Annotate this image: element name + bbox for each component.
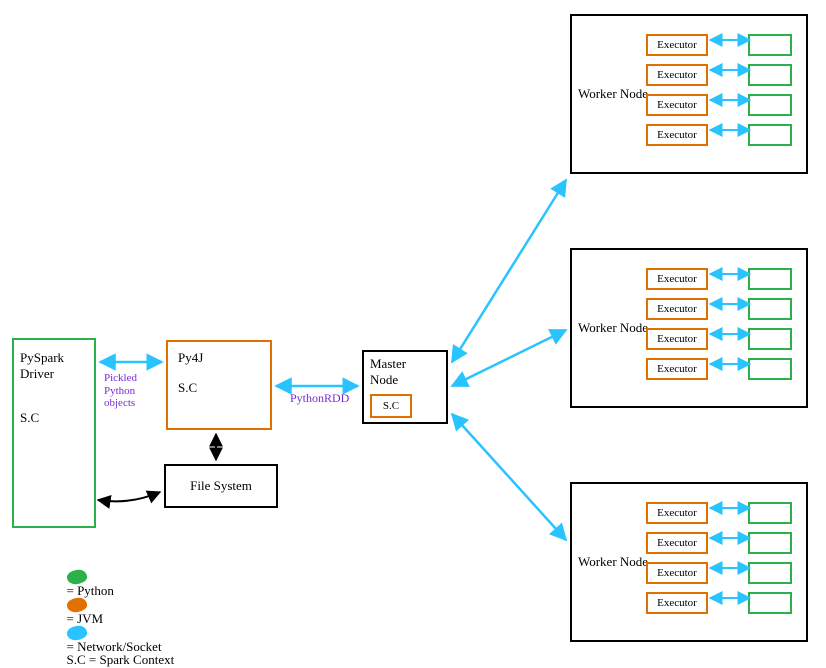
executor-box: Executor: [646, 502, 708, 524]
driver-title-1: PySpark: [20, 350, 88, 366]
legend-sc: S.C = Spark Context: [60, 638, 174, 668]
master-sc-box: S.C: [370, 394, 412, 418]
master-subtitle: Node: [370, 372, 440, 388]
executor-box: Executor: [646, 532, 708, 554]
master-title: Master: [370, 356, 440, 372]
driver-sc: S.C: [20, 410, 88, 426]
executor-box: Executor: [646, 64, 708, 86]
python-proc-box: [748, 562, 792, 584]
python-proc-box: [748, 268, 792, 290]
arrow-master-worker-3: [452, 414, 566, 540]
executor-box: Executor: [646, 592, 708, 614]
python-proc-box: [748, 532, 792, 554]
worker-node-box: Worker Node Executor Executor Executor E…: [570, 482, 808, 642]
arrow-driver-fs: [98, 492, 160, 501]
pickled-label: Pickled Python objects: [104, 372, 137, 410]
file-system-label: File System: [190, 478, 252, 493]
python-proc-box: [748, 64, 792, 86]
worker-node-label: Worker Node: [578, 321, 648, 335]
worker-node-box: Worker Node Executor Executor Executor E…: [570, 14, 808, 174]
master-node-box: Master Node S.C: [362, 350, 448, 424]
python-proc-box: [748, 502, 792, 524]
python-proc-box: [748, 328, 792, 350]
python-proc-box: [748, 358, 792, 380]
executor-box: Executor: [646, 34, 708, 56]
executor-box: Executor: [646, 358, 708, 380]
arrow-master-worker-2: [452, 330, 566, 386]
master-sc: S.C: [383, 400, 399, 412]
executor-box: Executor: [646, 328, 708, 350]
py4j-sc: S.C: [178, 380, 260, 396]
executor-box: Executor: [646, 562, 708, 584]
python-proc-box: [748, 298, 792, 320]
python-proc-box: [748, 94, 792, 116]
executor-box: Executor: [646, 298, 708, 320]
python-proc-box: [748, 592, 792, 614]
executor-box: Executor: [646, 124, 708, 146]
python-proc-box: [748, 124, 792, 146]
pyspark-driver-box: PySpark Driver S.C: [12, 338, 96, 528]
worker-node-box: Worker Node Executor Executor Executor E…: [570, 248, 808, 408]
py4j-box: Py4J S.C: [166, 340, 272, 430]
python-proc-box: [748, 34, 792, 56]
py4j-title: Py4J: [178, 350, 260, 366]
executor-box: Executor: [646, 94, 708, 116]
worker-node-label: Worker Node: [578, 87, 648, 101]
executor-box: Executor: [646, 268, 708, 290]
driver-title-2: Driver: [20, 366, 88, 382]
arrow-master-worker-1: [452, 180, 566, 362]
pythonrdd-label: PythonRDD: [290, 392, 349, 406]
file-system-box: File System: [164, 464, 278, 508]
worker-node-label: Worker Node: [578, 555, 648, 569]
